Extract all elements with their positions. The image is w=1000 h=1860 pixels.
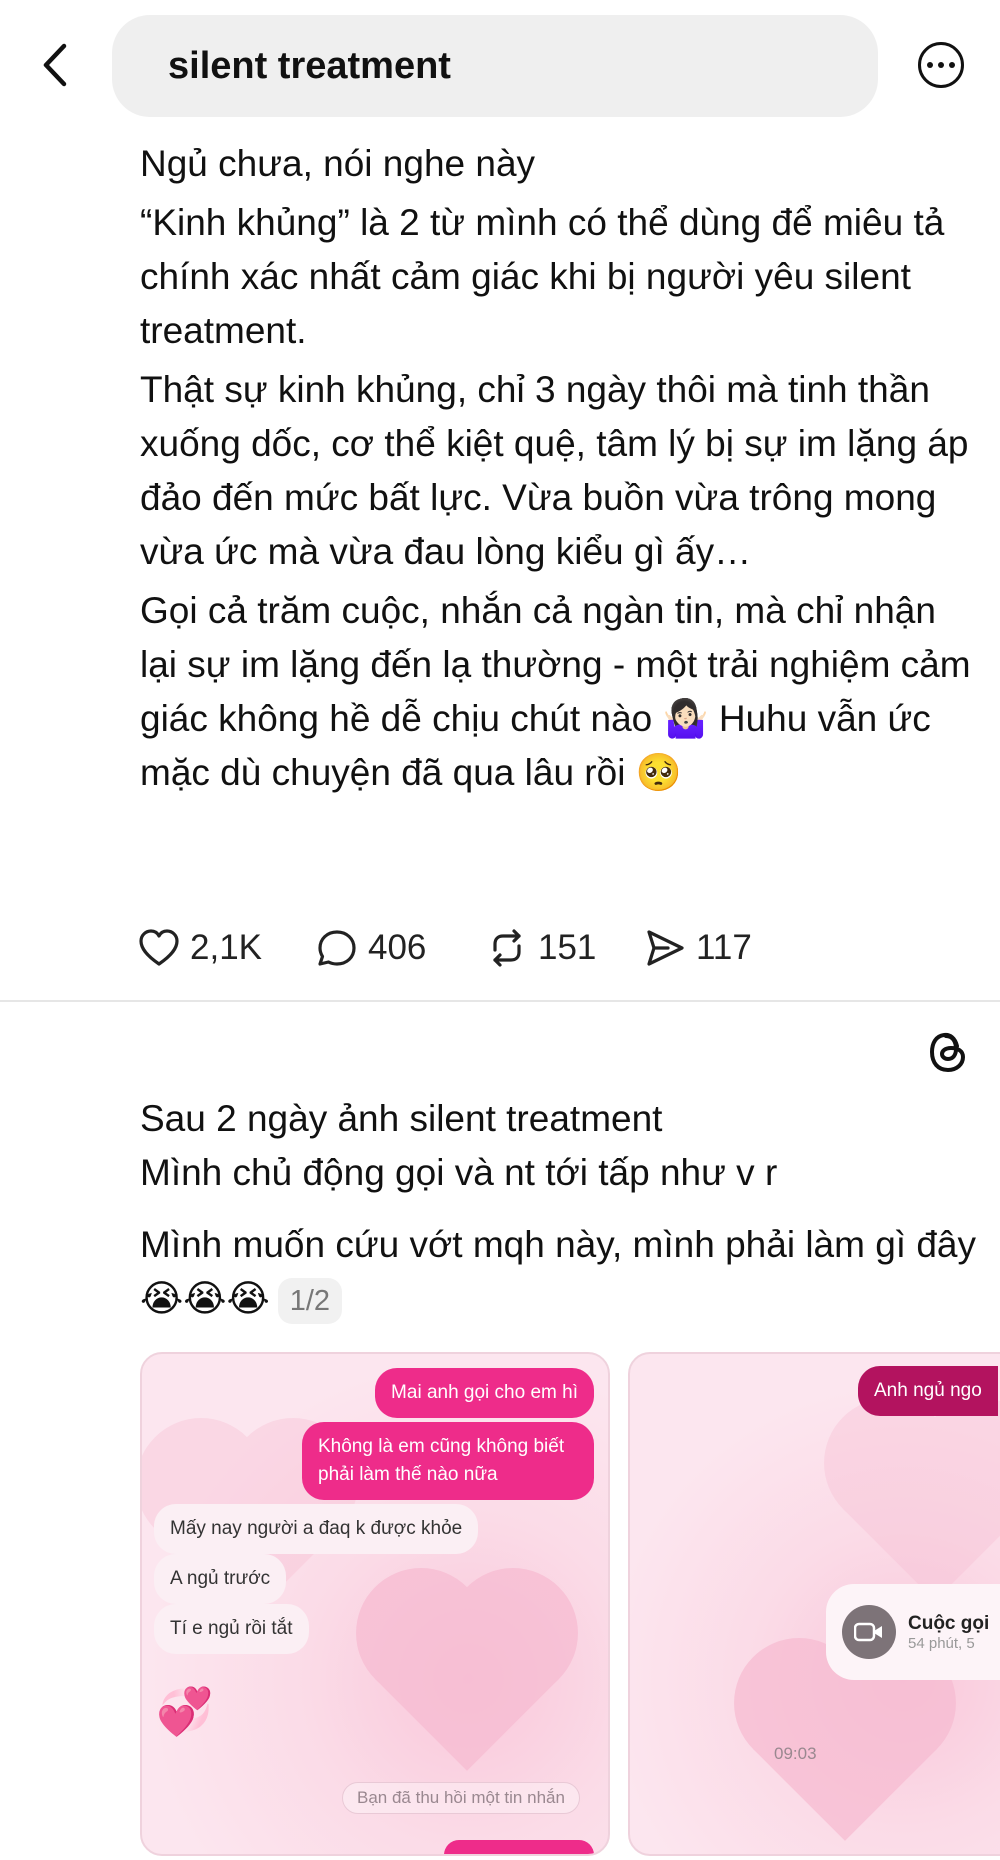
call-info: Cuộc gọi 54 phút, 5 [896,1613,989,1652]
message-bubble-in: A ngủ trước [154,1554,287,1604]
heart-decoration [843,1417,1000,1601]
message-bubble-out: Anh ngủ ngo [858,1366,998,1416]
post2-line-1: Sau 2 ngày ảnh silent treatment [140,1098,663,1139]
post1-text: Ngủ chưa, nói nghe này “Kinh khủng” là 2… [140,137,980,800]
message-bubble-in: Tí e ngủ rồi tắt [154,1604,309,1654]
message-timestamp: 09:03 [774,1744,817,1763]
chevron-left-icon [43,43,67,87]
attached-image-2[interactable]: Anh ngủ ngo Cuộc gọi 54 phút, 5 09:03 [628,1352,1000,1856]
like-button[interactable]: 2,1K [138,920,262,976]
post2-line-2: Mình chủ động gọi và nt tới tấp như v r [140,1152,778,1193]
comment-icon [318,930,356,966]
post2-text: Sau 2 ngày ảnh silent treatment Mình chủ… [140,1092,980,1326]
message-bubble-out: Không là em cũng không biết phải làm thế… [302,1422,594,1500]
send-icon [647,930,684,966]
repost-button[interactable]: 151 [486,920,596,976]
like-count: 2,1K [190,928,262,967]
message-bubble-out: Mai anh gọi cho em hì [375,1368,594,1418]
post1-paragraph-2: “Kinh khủng” là 2 từ mình có thể dùng để… [140,202,945,351]
repost-count: 151 [538,928,597,967]
post1-paragraph-1: Ngủ chưa, nói nghe này [140,143,536,184]
back-button[interactable] [36,40,72,90]
image-page-indicator: 1/2 [277,1278,343,1325]
share-button[interactable]: 117 [644,920,752,976]
heart-decoration [375,1587,559,1771]
post2-line-3: Mình muốn cứu vớt mqh này, mình phải làm… [140,1224,977,1319]
search-query: silent treatment [168,44,451,87]
video-call-icon [842,1605,896,1659]
post1-paragraph-3: Thật sự kinh khủng, chỉ 3 ngày thôi mà t… [140,369,969,572]
heart-icon [139,929,179,966]
message-bubble-partial [444,1840,594,1854]
call-duration: 54 phút, 5 [908,1634,975,1652]
unsent-message-note: Bạn đã thu hồi một tin nhắn [342,1782,580,1814]
top-bar: silent treatment [0,0,1000,130]
post2-line-3-wrap: Mình muốn cứu vớt mqh này, mình phải làm… [140,1218,980,1326]
ellipsis-icon [927,62,955,68]
threads-icon[interactable] [926,1028,970,1076]
comment-count: 406 [368,928,427,967]
comment-button[interactable]: 406 [316,920,426,976]
more-options-button[interactable] [918,42,964,88]
repost-icon [493,929,521,967]
post-divider [0,1000,1000,1002]
post1-paragraph-4: Gọi cả trăm cuộc, nhắn cả ngàn tin, mà c… [140,590,971,793]
search-field[interactable]: silent treatment [112,15,878,117]
call-card: Cuộc gọi 54 phút, 5 [826,1584,1000,1680]
attached-image-1[interactable]: Mai anh gọi cho em hì Không là em cũng k… [140,1352,610,1856]
call-title: Cuộc gọi [908,1612,990,1634]
share-count: 117 [696,928,752,967]
message-bubble-in: Mấy nay người a đaq k được khỏe [154,1504,479,1554]
hearts-sticker: 💞 [156,1685,214,1737]
post1-actions: 2,1K 406 151 117 [138,920,838,976]
